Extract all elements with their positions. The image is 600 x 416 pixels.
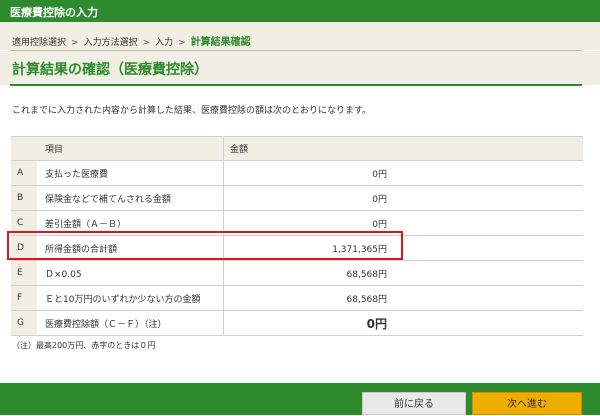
deduction-amount: 0円 xyxy=(366,316,387,331)
row-item: Ｅと10万円のいずれか少ない方の金額 xyxy=(37,285,224,311)
page-description: これまでに入力された内容から計算した結果、医療費控除の額は次のとおりになります。 xyxy=(12,106,372,116)
row-item: 医療費控除額（Ｃ－Ｆ）（注） xyxy=(37,310,224,336)
row-letter: A xyxy=(11,160,37,186)
breadcrumb: 適用控除選択 > 入力方法選択 > 入力 > 計算結果確認 xyxy=(12,33,251,48)
breadcrumb-separator: > xyxy=(71,38,79,48)
next-button[interactable]: 次へ進む xyxy=(472,392,582,415)
breadcrumb-step-current: 計算結果確認 xyxy=(190,37,251,48)
row-amount: 0円 xyxy=(223,160,583,186)
row-item: 保険金などで補てんされる金額 xyxy=(37,185,224,211)
app-title: 医療費控除の入力 xyxy=(10,6,98,19)
row-amount: 68,568円 xyxy=(223,260,583,286)
row-item: 支払った医療費 xyxy=(37,160,224,186)
table-row: B 保険金などで補てんされる金額 0円 xyxy=(11,185,583,211)
breadcrumb-separator: > xyxy=(142,38,151,48)
breadcrumb-area: 適用控除選択 > 入力方法選択 > 入力 > 計算結果確認 xyxy=(0,22,600,50)
row-amount: 68,568円 xyxy=(223,285,583,311)
highlight-box xyxy=(7,231,403,260)
breadcrumb-step-input: 入力 xyxy=(155,38,174,48)
table-row: A 支払った医療費 0円 xyxy=(11,160,583,186)
page-title: 計算結果の確認（医療費控除） xyxy=(12,62,208,78)
table-row: E Ｄ×0.05 68,568円 xyxy=(11,260,583,286)
table-header-letter xyxy=(11,136,37,161)
app-header: 医療費控除の入力 xyxy=(0,0,600,22)
row-item: Ｄ×0.05 xyxy=(37,260,224,286)
row-letter: F xyxy=(11,285,37,311)
table-row: F Ｅと10万円のいずれか少ない方の金額 68,568円 xyxy=(11,285,583,311)
table-header-item: 項目 xyxy=(37,136,224,161)
heading-divider xyxy=(10,84,582,86)
row-letter: G xyxy=(11,310,37,336)
footnote: （注）最高200万円、赤字のときは０円 xyxy=(12,341,156,350)
row-amount: 0円 xyxy=(223,185,583,211)
table-header-row: 項目 金額 xyxy=(11,136,583,161)
row-letter: B xyxy=(11,185,37,211)
table-row-deduction-total: G 医療費控除額（Ｃ－Ｆ）（注） 0円 xyxy=(11,310,583,336)
breadcrumb-step-input-method: 入力方法選択 xyxy=(83,38,138,48)
row-amount: 0円 xyxy=(223,310,583,336)
back-button[interactable]: 前に戻る xyxy=(362,392,466,415)
breadcrumb-step-deduction-select: 適用控除選択 xyxy=(12,38,67,48)
breadcrumb-separator: > xyxy=(178,38,186,48)
row-letter: E xyxy=(11,260,37,286)
table-header-amount: 金額 xyxy=(223,136,583,161)
